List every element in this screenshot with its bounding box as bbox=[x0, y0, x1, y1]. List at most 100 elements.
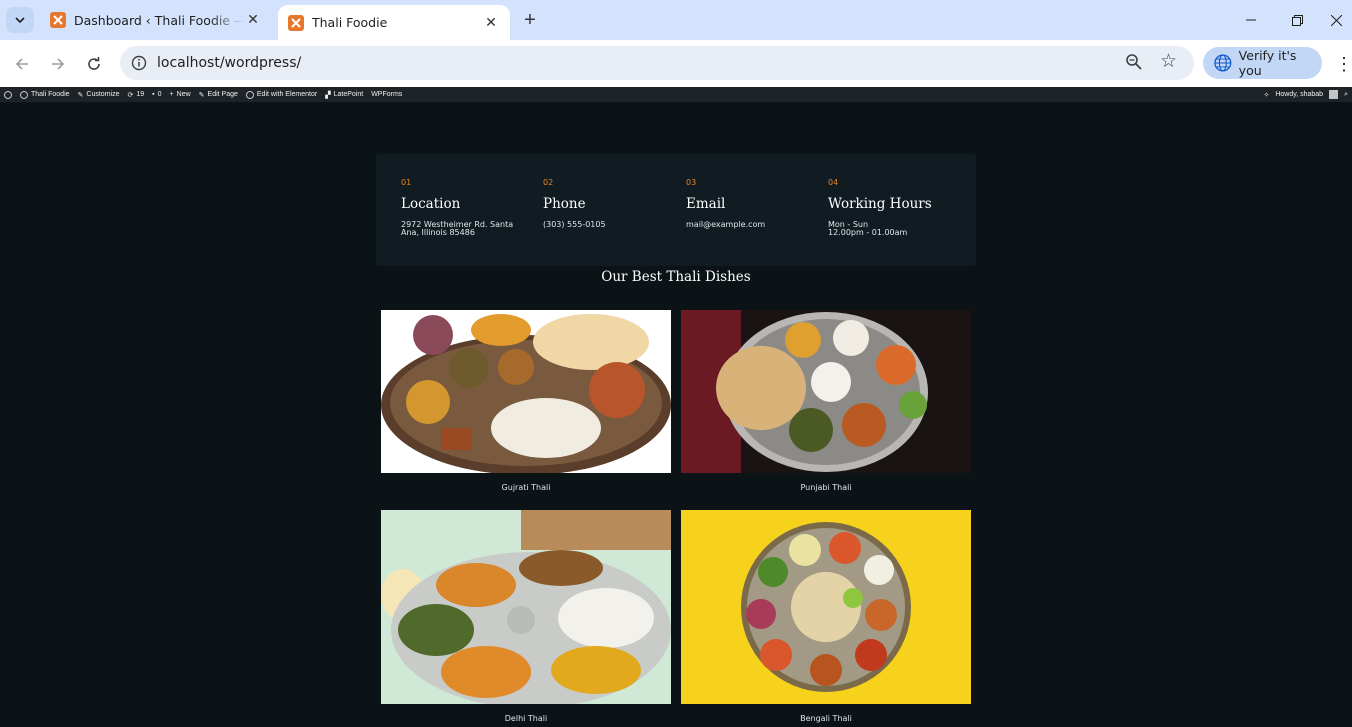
section-title: Our Best Thali Dishes bbox=[601, 269, 751, 285]
info-number: 02 bbox=[543, 178, 554, 187]
dish-caption[interactable]: Delhi Thali bbox=[381, 714, 671, 723]
adminbar-label: Edit with Elementor bbox=[256, 91, 318, 98]
xampp-icon bbox=[50, 12, 66, 28]
info-detail: 2972 Westheimer Rd. Santa Ana, Illinois … bbox=[401, 221, 531, 237]
info-detail-line[interactable]: (303) 555-0105 bbox=[543, 221, 673, 229]
tab-title: Thali Foodie bbox=[312, 15, 388, 30]
minimize-icon bbox=[1246, 19, 1256, 21]
dashboard-icon bbox=[20, 90, 28, 99]
tab-thali-foodie[interactable]: Thali Foodie ✕ bbox=[278, 5, 510, 40]
info-phone: 02 Phone (303) 555-0105 bbox=[543, 178, 673, 229]
browser-menu-button[interactable]: ⋮ bbox=[1334, 52, 1352, 76]
adminbar-label: New bbox=[176, 91, 191, 98]
arrow-left-icon bbox=[15, 58, 28, 70]
adminbar-elementor[interactable]: Edit with Elementor bbox=[245, 90, 318, 99]
elementor-icon bbox=[245, 90, 254, 99]
reload-button[interactable] bbox=[82, 52, 106, 76]
info-number: 04 bbox=[828, 178, 839, 187]
adminbar-latepoint[interactable]: ▞ LatePoint bbox=[325, 91, 363, 99]
tab-dashboard[interactable]: Dashboard ‹ Thali Foodie — WordPress ✕ bbox=[40, 0, 272, 40]
more-vert-icon: ⋮ bbox=[1335, 53, 1352, 74]
forward-button[interactable] bbox=[46, 52, 70, 76]
updates-icon: ⟳ bbox=[127, 91, 134, 99]
address-bar[interactable]: localhost/wordpress/ ☆ bbox=[120, 46, 1194, 80]
dish-card-punjabi[interactable]: Punjabi Thali bbox=[681, 310, 971, 492]
tab-search-button[interactable] bbox=[6, 7, 34, 33]
info-number: 03 bbox=[686, 178, 697, 187]
plus-icon: + bbox=[169, 91, 174, 98]
page-content: 01 Location 2972 Westheimer Rd. Santa An… bbox=[0, 102, 1352, 727]
info-number: 01 bbox=[401, 178, 412, 187]
xampp-icon bbox=[288, 14, 304, 31]
back-button[interactable] bbox=[10, 52, 34, 76]
adminbar-site-name[interactable]: Thali Foodie bbox=[20, 90, 70, 99]
url-text[interactable]: localhost/wordpress/ bbox=[157, 55, 301, 71]
adminbar-label: Thali Foodie bbox=[31, 91, 70, 98]
adminbar-comments[interactable]: ▪ 0 bbox=[152, 91, 161, 98]
dish-image[interactable] bbox=[681, 510, 971, 704]
info-detail: (303) 555-0105 bbox=[543, 221, 673, 229]
info-detail: mail@example.com bbox=[686, 221, 816, 229]
wordpress-logo-icon[interactable] bbox=[4, 90, 12, 99]
globe-icon bbox=[1214, 54, 1232, 72]
dish-image[interactable] bbox=[381, 310, 671, 473]
info-detail-line: 12.00pm - 01.00am bbox=[828, 228, 908, 237]
browser-toolbar: localhost/wordpress/ ☆ Verify it's you ⋮ bbox=[0, 40, 1352, 87]
avatar[interactable] bbox=[1329, 90, 1339, 99]
adminbar-edit-page[interactable]: ✎ Edit Page bbox=[199, 91, 238, 99]
wp-admin-bar: Thali Foodie ✎ Customize ⟳ 19 ▪ 0 + New ✎ Edi… bbox=[0, 87, 1352, 102]
dish-caption[interactable]: Gujrati Thali bbox=[381, 483, 671, 492]
adminbar-label: WPForms bbox=[371, 91, 403, 98]
info-location: 01 Location 2972 Westheimer Rd. Santa An… bbox=[401, 178, 531, 237]
dish-card-delhi[interactable]: Delhi Thali bbox=[381, 510, 671, 723]
search-icon[interactable]: ⌕ bbox=[1344, 91, 1348, 99]
adminbar-label: Edit Page bbox=[207, 91, 238, 98]
dish-card-gujrati[interactable]: Gujrati Thali bbox=[381, 310, 671, 492]
arrow-right-icon bbox=[52, 58, 65, 70]
adminbar-new[interactable]: + New bbox=[170, 91, 191, 98]
adminbar-wpforms[interactable]: WPForms bbox=[371, 91, 402, 98]
info-heading: Phone bbox=[543, 196, 586, 212]
info-detail: Mon - Sun 12.00pm - 01.00am bbox=[828, 221, 958, 237]
pencil-icon: ✎ bbox=[198, 91, 205, 99]
info-detail-line[interactable]: mail@example.com bbox=[686, 221, 816, 229]
adminbar-label: 0 bbox=[157, 91, 162, 98]
dish-image[interactable] bbox=[381, 510, 671, 704]
restore-button[interactable] bbox=[1274, 0, 1320, 40]
sparkle-icon[interactable]: ✧ bbox=[1263, 91, 1269, 99]
close-icon bbox=[1330, 14, 1342, 26]
tab-strip: Dashboard ‹ Thali Foodie — WordPress ✕ T… bbox=[0, 0, 1352, 40]
comment-icon: ▪ bbox=[152, 91, 155, 98]
info-heading: Working Hours bbox=[828, 196, 932, 212]
dish-card-bengali[interactable]: Bengali Thali bbox=[681, 510, 971, 723]
close-icon[interactable]: ✕ bbox=[244, 11, 262, 29]
verify-identity-button[interactable]: Verify it's you bbox=[1203, 47, 1322, 79]
bookmark-star-icon[interactable]: ☆ bbox=[1160, 51, 1177, 73]
adminbar-greeting[interactable]: Howdy, shabab bbox=[1275, 91, 1323, 98]
info-heading: Email bbox=[686, 196, 726, 212]
verify-label: Verify it's you bbox=[1238, 48, 1297, 78]
chevron-down-icon bbox=[15, 17, 25, 24]
minimize-button[interactable] bbox=[1228, 0, 1274, 40]
close-window-button[interactable] bbox=[1320, 0, 1352, 40]
zoom-icon[interactable] bbox=[1125, 53, 1145, 73]
reload-icon bbox=[88, 57, 100, 70]
adminbar-label: Customize bbox=[86, 91, 120, 98]
info-email: 03 Email mail@example.com bbox=[686, 178, 816, 229]
tab-title: Dashboard ‹ Thali Foodie — WordPress bbox=[74, 12, 244, 28]
site-info-icon[interactable] bbox=[128, 52, 150, 74]
latepoint-icon: ▞ bbox=[325, 91, 331, 99]
close-icon[interactable]: ✕ bbox=[482, 14, 500, 32]
adminbar-updates[interactable]: ⟳ 19 bbox=[127, 91, 144, 99]
new-tab-button[interactable]: + bbox=[518, 9, 542, 31]
restore-icon bbox=[1291, 14, 1303, 26]
info-working-hours: 04 Working Hours Mon - Sun 12.00pm - 01.… bbox=[828, 178, 958, 237]
pencil-icon: ✎ bbox=[77, 91, 84, 99]
dish-caption[interactable]: Punjabi Thali bbox=[681, 483, 971, 492]
plus-icon: + bbox=[524, 8, 536, 31]
info-heading: Location bbox=[401, 196, 461, 212]
dish-caption[interactable]: Bengali Thali bbox=[681, 714, 971, 723]
adminbar-customize[interactable]: ✎ Customize bbox=[78, 91, 120, 99]
dish-image[interactable] bbox=[681, 310, 971, 473]
adminbar-label: LatePoint bbox=[333, 91, 364, 98]
